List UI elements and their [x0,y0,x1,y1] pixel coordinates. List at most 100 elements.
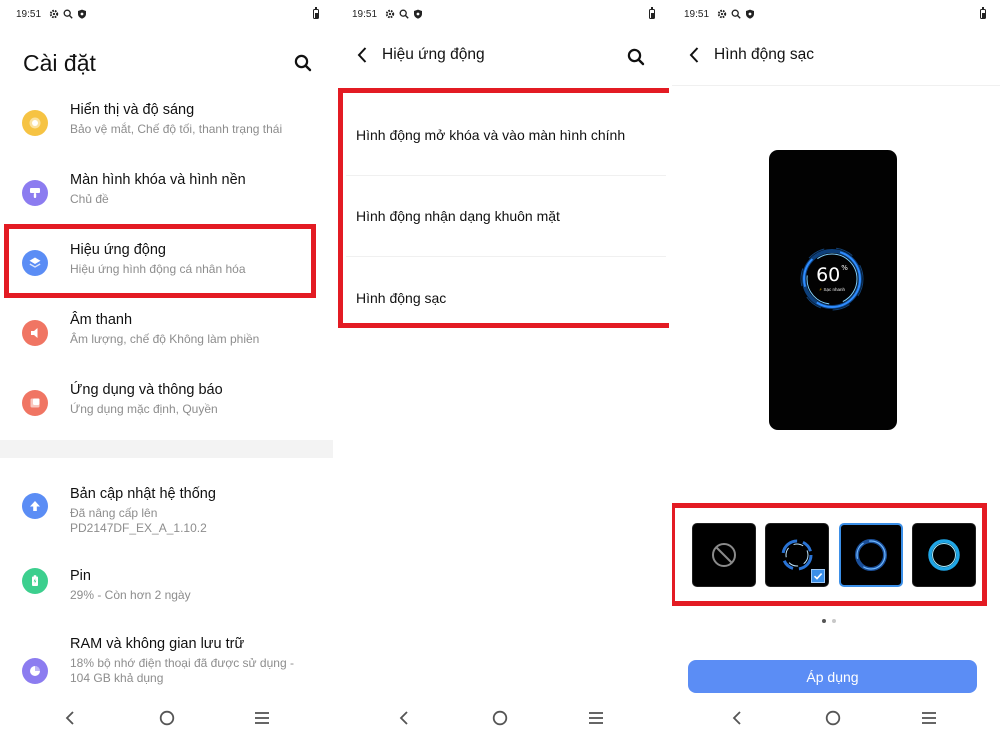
back-nav-icon[interactable] [61,709,79,727]
page-title: Cài đặt [23,50,96,76]
search-status-icon [730,9,741,20]
style-option-ring-1[interactable] [765,523,830,587]
navigation-bar [672,693,1000,743]
page-dot-active [822,619,826,623]
page-indicator [822,619,836,623]
settings-item-subtitle: Hiệu ứng hình động cá nhân hóa [70,262,246,276]
battery-status-icon [313,7,319,19]
charging-preview-phone: 60% ⚡ Sạc nhanh [769,150,897,430]
battery-icon [22,568,48,594]
navigation-bar [336,693,669,743]
battery-status-icon [980,7,986,19]
header-divider [672,85,1000,86]
charging-ring: 60% ⚡ Sạc nhanh [799,246,865,312]
page-header: Hình động sạc [688,45,814,65]
page-title: Hình động sạc [714,46,814,63]
recents-nav-icon[interactable] [253,709,271,727]
settings-item-title: RAM và không gian lưu trữ [70,636,245,652]
settings-item-title: Bản cập nhật hệ thống [70,486,216,502]
settings-item-title: Ứng dụng và thông báo [70,382,223,398]
status-time: 19:51 [684,8,710,20]
charge-percent: 60% [799,264,865,286]
recents-nav-icon[interactable] [920,709,938,727]
shield-status-icon [744,9,755,20]
fast-charge-label: ⚡ Sạc nhanh [799,287,865,293]
charge-percent-value: 60 [816,264,841,286]
settings-item-apps[interactable]: Ứng dụng và thông báo Ứng dụng mặc định,… [0,370,333,440]
ring-style-3-icon [928,539,960,571]
checkmark-icon [811,569,826,583]
home-nav-icon[interactable] [158,709,176,727]
charge-percent-unit: % [841,264,848,272]
layers-icon [22,250,48,276]
settings-item-sound[interactable]: Âm thanh Âm lượng, chế độ Không làm phiề… [0,300,333,370]
back-nav-icon[interactable] [728,709,746,727]
settings-item-subtitle: Đã nâng cấp lên PD2147DF_EX_A_1.10.2 [70,506,207,536]
navigation-bar [0,693,333,743]
gear-status-icon [384,9,395,20]
settings-item-subtitle: 18% bộ nhớ điện thoại đã được sử dụng -1… [70,656,294,686]
subtitle-line: PD2147DF_EX_A_1.10.2 [70,521,207,535]
apply-button[interactable]: Áp dụng [688,660,977,693]
search-icon[interactable] [294,54,314,74]
subtitle-line: Đã nâng cấp lên [70,506,158,520]
brush-icon [22,180,48,206]
style-option-ring-2[interactable] [838,523,903,587]
home-nav-icon[interactable] [824,709,842,727]
fast-charge-text: Sạc nhanh [823,287,845,292]
apps-icon [22,390,48,416]
settings-item-animations[interactable]: Hiệu ứng động Hiệu ứng hình động cá nhân… [0,230,333,300]
page-dot [832,619,836,623]
menu-item-charging-animation[interactable]: Hình động sạc [346,257,666,338]
recents-nav-icon[interactable] [587,709,605,727]
settings-screen: 19:51 Cài đặt Hiển thị và độ sáng Bảo vệ… [0,0,333,743]
back-arrow-icon[interactable] [688,45,702,65]
settings-list-secondary: Bản cập nhật hệ thống Đã nâng cấp lên PD2… [0,474,333,694]
search-status-icon [398,9,409,20]
storage-pie-icon [22,658,48,684]
back-nav-icon[interactable] [395,709,413,727]
search-status-icon [62,9,73,20]
settings-item-subtitle: Âm lượng, chế độ Không làm phiền [70,332,260,346]
settings-item-battery[interactable]: Pin 29% - Còn hơn 2 ngày [0,552,333,624]
sun-icon [22,110,48,136]
animation-options-list: Hình động mở khóa và vào màn hình chính … [346,95,666,338]
settings-item-display[interactable]: Hiển thị và độ sáng Bảo vệ mắt, Chế độ t… [0,90,333,160]
settings-item-subtitle: Bảo vệ mắt, Chế độ tối, thanh trạng thái [70,122,283,136]
subtitle-line: 104 GB khả dụng [70,671,164,685]
shield-status-icon [412,9,423,20]
settings-item-storage[interactable]: RAM và không gian lưu trữ 18% bộ nhớ điệ… [0,624,333,694]
settings-item-title: Hiệu ứng động [70,242,166,258]
settings-list-primary: Hiển thị và độ sáng Bảo vệ mắt, Chế độ t… [0,90,333,440]
section-divider [0,440,333,458]
page-header: Hiệu ứng động [356,45,485,65]
battery-status-icon [649,7,655,19]
settings-item-subtitle: Ứng dụng mặc định, Quyền [70,402,218,416]
search-icon[interactable] [627,48,647,68]
status-bar: 19:51 [684,6,986,22]
speaker-icon [22,320,48,346]
bolt-icon: ⚡ [819,287,823,292]
charging-animation-screen: 19:51 Hình động sạc 60% ⚡ Sạc nhanh Áp d… [672,0,1000,743]
settings-item-title: Màn hình khóa và hình nền [70,172,246,188]
status-time: 19:51 [352,8,378,20]
menu-item-unlock-animation[interactable]: Hình động mở khóa và vào màn hình chính [346,95,666,176]
gear-status-icon [48,9,59,20]
settings-item-lockscreen[interactable]: Màn hình khóa và hình nền Chủ đề [0,160,333,230]
home-nav-icon[interactable] [491,709,509,727]
style-option-none[interactable] [692,523,756,587]
menu-item-face-animation[interactable]: Hình động nhận dạng khuôn mặt [346,176,666,257]
settings-item-title: Âm thanh [70,312,133,328]
disabled-icon [712,543,736,567]
settings-item-subtitle: 29% - Còn hơn 2 ngày [70,588,191,602]
update-arrow-icon [22,493,48,519]
style-option-ring-3[interactable] [911,523,976,587]
settings-item-title: Pin [70,568,91,584]
shield-status-icon [76,9,87,20]
ring-style-2-icon [854,539,887,571]
back-arrow-icon[interactable] [356,45,370,65]
settings-item-system-update[interactable]: Bản cập nhật hệ thống Đã nâng cấp lên PD2… [0,474,333,552]
animations-screen: 19:51 Hiệu ứng động Hình động mở khóa và… [336,0,669,743]
gear-status-icon [716,9,727,20]
settings-item-title: Hiển thị và độ sáng [70,102,195,118]
